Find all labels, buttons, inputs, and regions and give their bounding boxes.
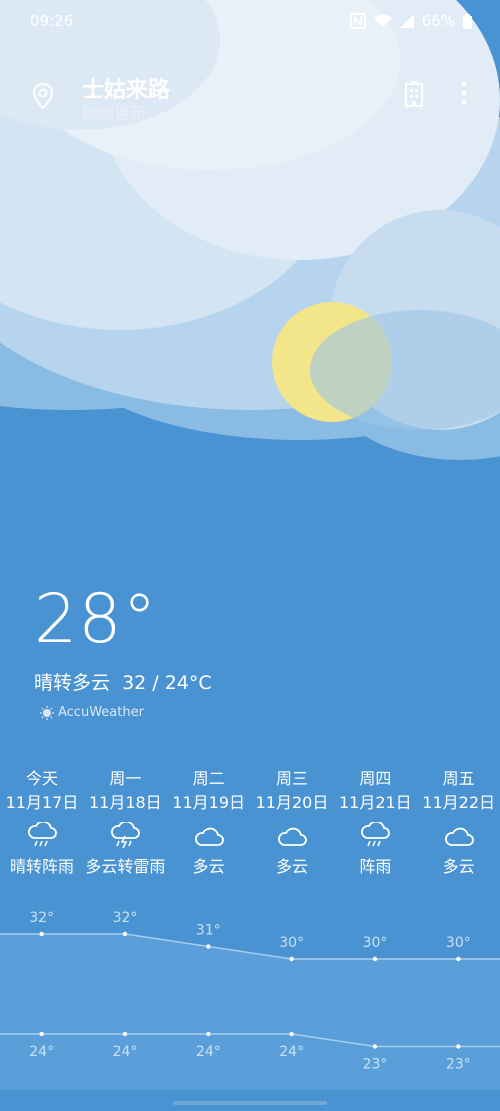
high-temp-point: [39, 931, 44, 937]
low-temp-label: 24°: [196, 1044, 221, 1060]
current-condition: 晴转多云: [34, 672, 111, 694]
forecast-weekday: 今天: [25, 769, 58, 788]
forecast-day[interactable]: 周一 11月18日 多云转雷雨: [83, 765, 167, 877]
low-temp-label: 24°: [279, 1044, 304, 1060]
temperature-trend: 32° 32° 31° 30° 30° 30° 24° 24° 24° 24° 23° 23°: [0, 910, 500, 1090]
forecast-condition: 多云转雷雨: [85, 857, 166, 876]
cloud-icon: [167, 819, 251, 853]
current-description: 晴转多云 32 / 24°C: [34, 668, 212, 695]
accuweather-logo[interactable]: AccuWeather: [40, 705, 144, 720]
high-temp-label: 30°: [279, 935, 304, 951]
forecast-date: 11月19日: [172, 793, 246, 812]
forecast-weekday: 周五: [442, 769, 475, 788]
forecast-weekday: 周四: [359, 769, 392, 788]
more-options-icon[interactable]: [459, 80, 469, 106]
forecast-day[interactable]: 周五 11月22日 多云: [417, 765, 500, 877]
forecast-condition: 多云: [192, 857, 225, 876]
high-temp-label: 30°: [446, 935, 471, 951]
forecast-condition: 多云: [442, 857, 475, 876]
rain-icon: [333, 819, 417, 853]
location-pin-icon[interactable]: [32, 82, 54, 110]
forecast-date: 11月21日: [338, 793, 412, 812]
forecast-date: 11月22日: [422, 793, 496, 812]
high-temp-point: [456, 956, 461, 962]
top-bar: 士姑来路 刚刚更新: [0, 68, 500, 128]
rain-icon: [0, 819, 84, 853]
low-temp-point: [39, 1031, 44, 1037]
signal-icon: [399, 14, 414, 28]
forecast-condition: 多云: [275, 857, 308, 876]
low-temp-point: [289, 1031, 294, 1037]
current-range: 32 / 24°C: [122, 672, 212, 694]
sun-logo-icon: [40, 705, 54, 720]
high-temp-area: [0, 934, 500, 1090]
forecast-condition: 晴转阵雨: [9, 857, 74, 876]
forecast-day[interactable]: 今天 11月17日 晴转阵雨: [0, 765, 84, 877]
low-temp-label: 23°: [363, 1057, 388, 1073]
forecast-weekday: 周一: [109, 769, 142, 788]
low-temp-point: [122, 1031, 128, 1037]
low-temp-point: [456, 1044, 461, 1049]
forecast-day[interactable]: 周二 11月19日 多云: [167, 765, 251, 877]
high-temp-label: 30°: [363, 935, 388, 951]
high-temp-label: 32°: [29, 910, 54, 926]
home-indicator[interactable]: [173, 1101, 327, 1105]
current-temperature: 28°: [34, 580, 158, 659]
forecast-weekday: 周二: [192, 769, 225, 788]
current-weather: 28° 晴转多云 32 / 24°C: [34, 580, 212, 695]
battery-icon: [463, 13, 472, 29]
high-temp-point: [122, 931, 128, 937]
forecast-day[interactable]: 周四 11月21日 阵雨: [333, 765, 417, 877]
forecast-date: 11月18日: [88, 793, 162, 812]
high-temp-point: [289, 956, 294, 962]
update-status: 刚刚更新: [82, 104, 147, 123]
brand-name: AccuWeather: [58, 705, 144, 720]
city-list-icon[interactable]: [403, 80, 425, 108]
status-bar: 09:26 66%: [0, 10, 500, 34]
forecast-date: 11月17日: [5, 793, 79, 812]
nfc-icon: [349, 13, 366, 29]
high-temp-label: 31°: [196, 923, 221, 939]
cloud-icon: [250, 819, 334, 853]
thunderstorm-icon: [83, 819, 167, 853]
forecast-weekday: 周三: [275, 769, 308, 788]
cloud-icon: [417, 819, 500, 853]
low-temp-label: 24°: [29, 1044, 54, 1060]
forecast-date: 11月20日: [255, 793, 329, 812]
high-temp-label: 32°: [113, 910, 138, 926]
forecast-condition: 阵雨: [359, 857, 392, 876]
low-temp-point: [372, 1044, 378, 1049]
low-temp-point: [206, 1031, 211, 1037]
forecast-day[interactable]: 周三 11月20日 多云: [250, 765, 334, 877]
high-temp-point: [206, 944, 211, 949]
battery-percent: 66%: [421, 12, 455, 30]
low-temp-label: 24°: [113, 1044, 138, 1060]
forecast-days: 今天 11月17日 晴转阵雨 周一 11月18日 多云转雷雨 周二 11月19日 多云 周三 11月…: [0, 765, 500, 885]
status-time: 09:26: [30, 12, 74, 30]
high-temp-point: [372, 956, 378, 962]
status-icons: 66%: [349, 12, 472, 30]
low-temp-label: 23°: [446, 1057, 471, 1073]
wifi-icon: [373, 14, 392, 27]
